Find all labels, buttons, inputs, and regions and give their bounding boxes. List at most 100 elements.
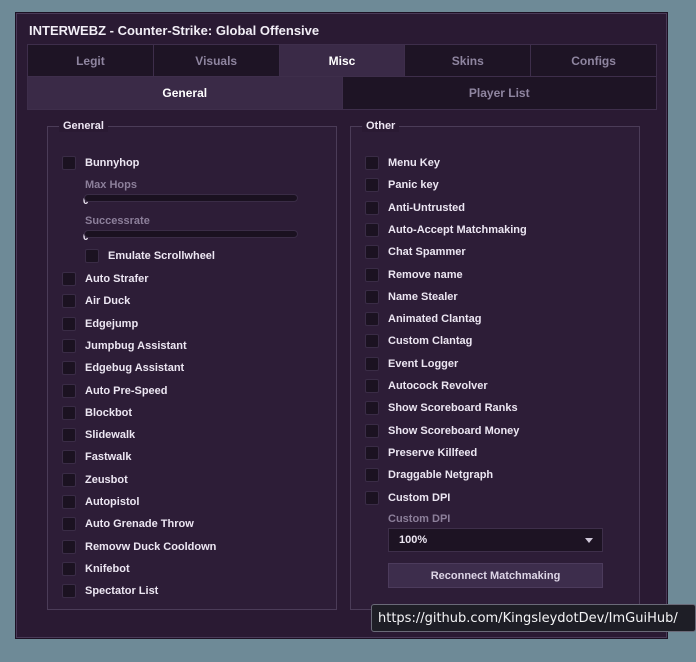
knifebot-checkbox[interactable] <box>62 561 76 576</box>
general-group-title: General <box>59 120 108 132</box>
jumpbug-assistant-checkbox[interactable] <box>62 338 76 353</box>
fastwalk-option[interactable]: Fastwalk <box>62 449 131 465</box>
autocock-revolver-label: Autocock Revolver <box>388 380 488 392</box>
custom-clantag-option[interactable]: Custom Clantag <box>365 333 472 349</box>
knifebot-label: Knifebot <box>85 562 130 575</box>
remove-name-option[interactable]: Remove name <box>365 267 463 283</box>
zeusbot-label: Zeusbot <box>85 473 128 486</box>
tab-misc[interactable]: Misc <box>279 45 406 76</box>
zeusbot-checkbox[interactable] <box>62 472 76 487</box>
custom-dpi-label: Custom DPI <box>388 513 451 525</box>
auto-pre-speed-option[interactable]: Auto Pre-Speed <box>62 383 168 399</box>
event-logger-checkbox[interactable] <box>365 356 379 371</box>
slidewalk-option[interactable]: Slidewalk <box>62 427 135 443</box>
draggable-netgraph-checkbox[interactable] <box>365 468 379 483</box>
window-title: INTERWEBZ - Counter-Strike: Global Offen… <box>29 23 320 38</box>
show-scoreboard-ranks-label: Show Scoreboard Ranks <box>388 402 518 415</box>
spectator-list-option[interactable]: Spectator List <box>62 583 158 599</box>
air-duck-checkbox[interactable] <box>62 294 76 309</box>
reconnect-matchmaking-button[interactable]: Reconnect Matchmaking <box>388 563 603 588</box>
animated-clantag-label: Animated Clantag <box>388 313 482 326</box>
custom-dpi-dropdown[interactable]: 100% <box>388 528 603 552</box>
custom-dpi-checkbox[interactable] <box>365 490 379 505</box>
edgejump-checkbox[interactable] <box>62 316 76 331</box>
zeusbot-option[interactable]: Zeusbot <box>62 472 128 488</box>
auto-strafer-option[interactable]: Auto Strafer <box>62 271 149 287</box>
autocock-revolver-checkbox[interactable] <box>365 379 379 393</box>
name-stealer-option[interactable]: Name Stealer <box>365 289 458 305</box>
remove-name-checkbox[interactable] <box>365 267 379 282</box>
edgebug-assistant-option[interactable]: Edgebug Assistant <box>62 360 184 376</box>
air-duck-option[interactable]: Air Duck <box>62 293 130 309</box>
show-scoreboard-money-option[interactable]: Show Scoreboard Money <box>365 423 519 439</box>
autopistol-option[interactable]: Autopistol <box>62 494 139 510</box>
menu-key-option[interactable]: Menu Key <box>365 155 440 171</box>
blockbot-checkbox[interactable] <box>62 405 76 420</box>
spectator-list-checkbox[interactable] <box>62 584 76 599</box>
bunnyhop-label: Bunnyhop <box>85 157 140 169</box>
tab-configs[interactable]: Configs <box>531 45 656 76</box>
autopistol-checkbox[interactable] <box>62 495 76 509</box>
blockbot-label: Blockbot <box>85 406 133 419</box>
auto-accept-matchmaking-checkbox[interactable] <box>365 222 379 237</box>
anti-untrusted-option[interactable]: Anti-Untrusted <box>365 200 465 216</box>
edgejump-option[interactable]: Edgejump <box>62 316 138 332</box>
menu-key-label: Menu Key <box>388 157 440 169</box>
chat-spammer-checkbox[interactable] <box>365 245 379 260</box>
menu-key-checkbox[interactable] <box>365 156 379 170</box>
bunnyhop-checkbox[interactable] <box>62 156 76 170</box>
emulate-scrollwheel-checkbox[interactable] <box>85 249 99 263</box>
panic-key-checkbox[interactable] <box>365 178 379 193</box>
animated-clantag-option[interactable]: Animated Clantag <box>365 311 482 327</box>
auto-accept-matchmaking-option[interactable]: Auto-Accept Matchmaking <box>365 222 527 238</box>
emulate-scrollwheel-label: Emulate Scrollwheel <box>108 250 215 262</box>
edgebug-assistant-label: Edgebug Assistant <box>85 362 185 375</box>
remove-name-label: Remove name <box>388 268 463 281</box>
chat-spammer-option[interactable]: Chat Spammer <box>365 244 466 260</box>
subtab-general[interactable]: General <box>28 77 343 109</box>
auto-grenade-throw-option[interactable]: Auto Grenade Throw <box>62 516 194 532</box>
preserve-killfeed-option[interactable]: Preserve Killfeed <box>365 445 477 461</box>
custom-clantag-checkbox[interactable] <box>365 334 379 349</box>
anti-untrusted-checkbox[interactable] <box>365 200 379 215</box>
custom-dpi-label: Custom DPI <box>388 491 451 504</box>
auto-pre-speed-checkbox[interactable] <box>62 383 76 398</box>
subtab-player-list[interactable]: Player List <box>342 77 656 109</box>
emulate-scrollwheel-option[interactable]: Emulate Scrollwheel <box>85 248 215 264</box>
jumpbug-assistant-option[interactable]: Jumpbug Assistant <box>62 338 187 354</box>
slidewalk-checkbox[interactable] <box>62 428 76 443</box>
edgebug-assistant-checkbox[interactable] <box>62 361 76 376</box>
tab-visuals[interactable]: Visuals <box>153 45 280 76</box>
knifebot-option[interactable]: Knifebot <box>62 561 130 577</box>
jumpbug-assistant-label: Jumpbug Assistant <box>85 339 187 352</box>
autocock-revolver-option[interactable]: Autocock Revolver <box>365 378 488 394</box>
successrate-slider[interactable] <box>84 230 298 238</box>
panic-key-option[interactable]: Panic key <box>365 177 439 193</box>
other-group-title: Other <box>362 120 400 132</box>
removw-duck-cooldown-option[interactable]: Removw Duck Cooldown <box>62 539 216 555</box>
blockbot-option[interactable]: Blockbot <box>62 405 132 421</box>
custom-dpi-option[interactable]: Custom DPI <box>365 490 450 506</box>
show-scoreboard-ranks-checkbox[interactable] <box>365 401 379 416</box>
event-logger-option[interactable]: Event Logger <box>365 356 458 372</box>
preserve-killfeed-label: Preserve Killfeed <box>388 446 478 459</box>
auto-grenade-throw-checkbox[interactable] <box>62 517 76 532</box>
max-hops-slider[interactable] <box>84 194 298 202</box>
fastwalk-checkbox[interactable] <box>62 450 76 465</box>
preserve-killfeed-checkbox[interactable] <box>365 445 379 460</box>
tab-skins[interactable]: Skins <box>405 45 532 76</box>
edgejump-label: Edgejump <box>85 317 139 330</box>
animated-clantag-checkbox[interactable] <box>365 312 379 327</box>
removw-duck-cooldown-checkbox[interactable] <box>62 539 76 554</box>
chat-spammer-label: Chat Spammer <box>388 246 466 259</box>
draggable-netgraph-label: Draggable Netgraph <box>388 469 494 482</box>
fastwalk-label: Fastwalk <box>85 451 132 464</box>
auto-strafer-checkbox[interactable] <box>62 272 76 286</box>
custom-dpi-value: 100% <box>399 534 428 546</box>
show-scoreboard-money-checkbox[interactable] <box>365 423 379 438</box>
tab-legit[interactable]: Legit <box>28 45 154 76</box>
bunnyhop-option[interactable]: Bunnyhop <box>62 155 139 171</box>
draggable-netgraph-option[interactable]: Draggable Netgraph <box>365 467 493 483</box>
name-stealer-checkbox[interactable] <box>365 289 379 304</box>
show-scoreboard-ranks-option[interactable]: Show Scoreboard Ranks <box>365 400 518 416</box>
